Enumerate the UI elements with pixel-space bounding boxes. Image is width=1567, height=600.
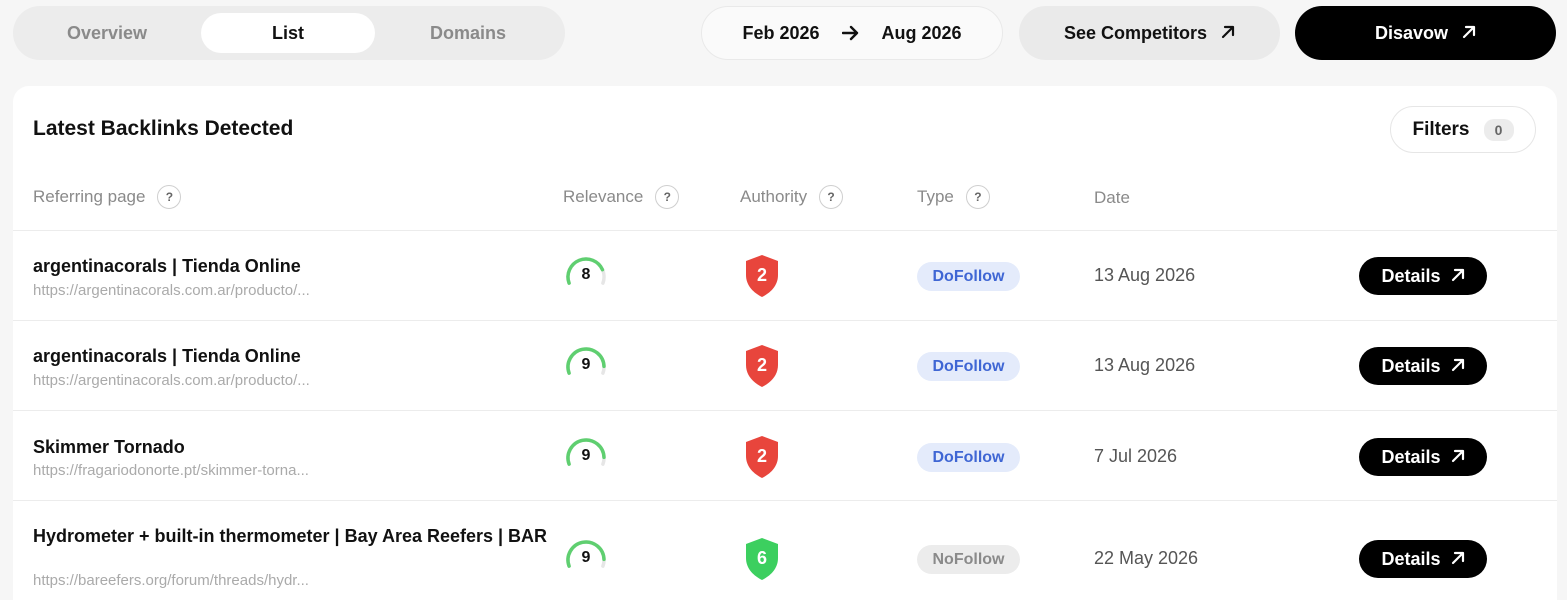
link-type-badge: DoFollow bbox=[917, 352, 1020, 381]
detected-date: 7 Jul 2026 bbox=[1094, 446, 1178, 466]
referring-page-url[interactable]: https://bareefers.org/forum/threads/hydr… bbox=[33, 572, 309, 589]
details-button[interactable]: Details bbox=[1359, 347, 1487, 385]
relevance-gauge: 9 bbox=[563, 435, 609, 475]
authority-score: 2 bbox=[756, 265, 767, 285]
table-row: Skimmer Tornado https://fragariodonorte.p… bbox=[13, 410, 1557, 500]
authority-badge: 2 bbox=[742, 434, 782, 480]
details-button[interactable]: Details bbox=[1359, 438, 1487, 476]
referring-page-title[interactable]: Skimmer Tornado bbox=[33, 436, 563, 458]
column-label: Authority bbox=[740, 187, 808, 206]
details-button[interactable]: Details bbox=[1359, 257, 1487, 295]
relevance-gauge: 8 bbox=[563, 254, 609, 294]
column-header-date: Date bbox=[1094, 188, 1130, 208]
see-competitors-label: See Competitors bbox=[1063, 22, 1208, 43]
help-icon[interactable]: ? bbox=[655, 185, 680, 209]
column-header-relevance: Relevance ? bbox=[563, 185, 680, 209]
table-row: Hydrometer + built-in thermometer | Bay … bbox=[13, 500, 1557, 600]
column-label: Referring page bbox=[33, 187, 146, 206]
relevance-gauge: 9 bbox=[563, 344, 609, 384]
referring-page-url[interactable]: https://argentinacorals.com.ar/producto/… bbox=[33, 372, 310, 389]
filters-count-badge: 0 bbox=[1483, 118, 1514, 141]
date-to: Aug 2026 bbox=[881, 22, 962, 43]
relevance-score: 9 bbox=[581, 356, 591, 373]
disavow-button[interactable]: Disavow bbox=[1295, 6, 1556, 60]
arrow-up-right-icon bbox=[1462, 23, 1476, 44]
relevance-score: 9 bbox=[581, 549, 591, 566]
authority-badge: 2 bbox=[742, 343, 782, 389]
date-range-picker[interactable]: Feb 2026 Aug 2026 bbox=[701, 6, 1003, 60]
details-label: Details bbox=[1381, 548, 1441, 569]
authority-score: 2 bbox=[756, 355, 767, 375]
tab-domains[interactable]: Domains bbox=[381, 13, 555, 53]
column-header-type: Type ? bbox=[917, 185, 990, 209]
filters-button[interactable]: Filters 0 bbox=[1390, 106, 1536, 153]
arrow-up-right-icon bbox=[1221, 23, 1235, 44]
details-label: Details bbox=[1381, 355, 1441, 376]
referring-page-title[interactable]: argentinacorals | Tienda Online bbox=[33, 255, 563, 277]
authority-score: 6 bbox=[756, 548, 767, 568]
column-header-referring-page: Referring page ? bbox=[33, 185, 182, 209]
column-label: Type bbox=[917, 187, 954, 206]
column-label: Date bbox=[1094, 188, 1130, 207]
referring-page-title[interactable]: argentinacorals | Tienda Online bbox=[33, 345, 563, 367]
authority-badge: 2 bbox=[742, 253, 782, 299]
help-icon[interactable]: ? bbox=[819, 185, 844, 209]
disavow-label: Disavow bbox=[1374, 22, 1449, 43]
relevance-gauge: 9 bbox=[563, 537, 609, 577]
table-row: argentinacorals | Tienda Online https://a… bbox=[13, 320, 1557, 410]
tab-list[interactable]: List bbox=[201, 13, 375, 53]
arrow-up-right-icon bbox=[1451, 549, 1465, 570]
details-label: Details bbox=[1381, 446, 1441, 467]
referring-page-url[interactable]: https://argentinacorals.com.ar/producto/… bbox=[33, 282, 310, 299]
details-button[interactable]: Details bbox=[1359, 540, 1487, 578]
detected-date: 13 Aug 2026 bbox=[1094, 265, 1196, 285]
filters-label: Filters bbox=[1412, 118, 1470, 140]
card-title: Latest Backlinks Detected bbox=[33, 117, 294, 140]
link-type-badge: DoFollow bbox=[917, 262, 1020, 291]
details-label: Details bbox=[1381, 265, 1441, 286]
tab-overview[interactable]: Overview bbox=[20, 13, 194, 53]
see-competitors-button[interactable]: See Competitors bbox=[1019, 6, 1280, 60]
link-type-badge: NoFollow bbox=[917, 545, 1020, 574]
help-icon[interactable]: ? bbox=[965, 185, 990, 209]
backlinks-card: Latest Backlinks Detected Filters 0 Refe… bbox=[13, 86, 1557, 600]
arrow-up-right-icon bbox=[1451, 266, 1465, 287]
arrow-up-right-icon bbox=[1451, 447, 1465, 468]
relevance-score: 9 bbox=[581, 447, 591, 464]
referring-page-url[interactable]: https://fragariodonorte.pt/skimmer-torna… bbox=[33, 462, 309, 479]
help-icon[interactable]: ? bbox=[157, 185, 182, 209]
referring-page-title[interactable]: Hydrometer + built-in thermometer | Bay … bbox=[33, 525, 563, 547]
arrow-up-right-icon bbox=[1451, 356, 1465, 377]
column-header-authority: Authority ? bbox=[740, 185, 844, 209]
arrow-right-icon bbox=[841, 25, 860, 41]
detected-date: 22 May 2026 bbox=[1094, 548, 1199, 568]
table-row: argentinacorals | Tienda Online https://a… bbox=[13, 230, 1557, 320]
column-label: Relevance bbox=[563, 187, 644, 206]
authority-badge: 6 bbox=[742, 536, 782, 582]
relevance-score: 8 bbox=[581, 266, 591, 283]
detected-date: 13 Aug 2026 bbox=[1094, 355, 1196, 375]
date-from: Feb 2026 bbox=[742, 22, 820, 43]
authority-score: 2 bbox=[756, 446, 767, 466]
view-tabs: Overview List Domains bbox=[13, 6, 565, 60]
link-type-badge: DoFollow bbox=[917, 443, 1020, 472]
